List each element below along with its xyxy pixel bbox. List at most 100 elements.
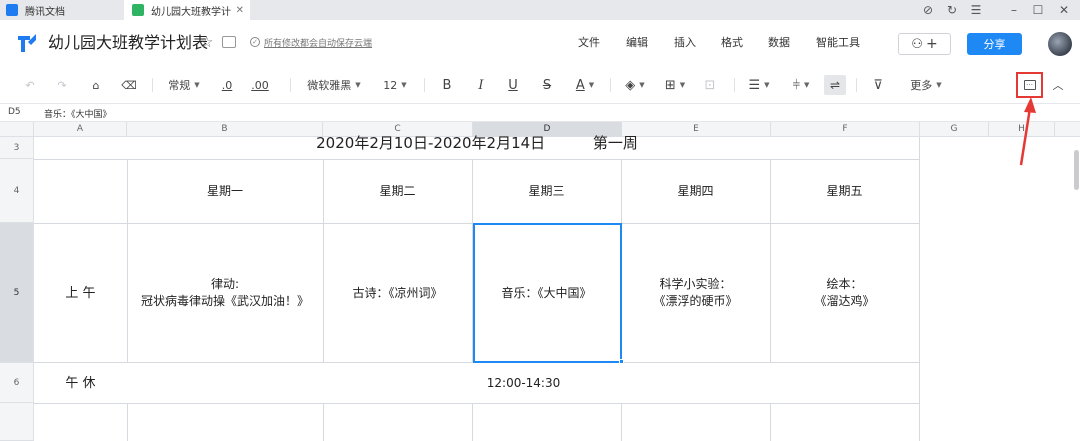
close-icon[interactable]: ✕	[236, 5, 244, 16]
document-header: 幼儿园大班教学计划表 ☆ ✓ 所有修改都会自动保存云端 文件 编辑 插入 格式 …	[0, 20, 1080, 66]
tab-label: 腾讯文档	[25, 6, 65, 18]
cell-line: 科学小实验：	[659, 277, 732, 291]
more-label: 更多	[910, 79, 933, 92]
font-size-label: 12	[383, 78, 398, 92]
weekday-tuesday[interactable]: 星期二	[323, 159, 472, 223]
toolbar: ↶ ↷ ⌂ ⌫ 常规 ▼ .0 .00 微软雅黑 ▼ 12 ▼ B I U S A ▼ …	[0, 66, 1080, 104]
undo-icon[interactable]: ↶	[20, 66, 40, 104]
plus-icon: +	[925, 36, 938, 52]
window-close-icon[interactable]: ✕	[1052, 0, 1076, 20]
weekday-friday[interactable]: 星期五	[770, 159, 919, 223]
fill-color-button[interactable]: ◈ ▼	[620, 66, 650, 104]
menu-data[interactable]: 数据	[768, 34, 790, 50]
comment-button[interactable]: …	[1016, 72, 1043, 98]
cell-friday-morning[interactable]: 绘本： 《溜达鸡》	[770, 223, 919, 363]
avatar[interactable]	[1048, 32, 1072, 56]
folder-icon[interactable]	[222, 36, 236, 48]
document-title[interactable]: 幼儿园大班教学计划表	[48, 32, 208, 54]
paint-bucket-icon: ◈	[625, 77, 636, 93]
border-grid-icon: ⊞	[664, 77, 676, 93]
weekday-wednesday[interactable]: 星期三	[472, 159, 621, 223]
row-header-3[interactable]: 3	[0, 137, 34, 159]
vertical-align-button[interactable]: ⫩ ▼	[786, 66, 816, 104]
cell-line: 冠状病毒律动操《武汉加油！》	[140, 294, 309, 308]
menu-smart-tools[interactable]: 智能工具	[816, 34, 860, 50]
sheet-icon	[132, 4, 144, 16]
chevron-down-icon: ▼	[355, 81, 361, 89]
clear-format-icon[interactable]: ⌫	[118, 66, 140, 104]
chevron-down-icon: ▼	[764, 81, 770, 89]
column-header-h[interactable]: H	[989, 122, 1055, 137]
tencent-docs-logo[interactable]	[16, 32, 38, 54]
format-painter-icon[interactable]: ⌂	[86, 66, 106, 104]
borders-button[interactable]: ⊞ ▼	[660, 66, 690, 104]
row-header-6[interactable]: 6	[0, 363, 34, 403]
font-size-dropdown[interactable]: 12 ▼	[378, 66, 412, 104]
weekday-monday[interactable]: 星期一	[127, 159, 323, 223]
vertical-align-icon: ⫩	[792, 77, 801, 93]
selected-cell-d5[interactable]	[473, 223, 622, 363]
week-title[interactable]: 2020年2月10日-2020年2月14日 第一周	[34, 131, 920, 159]
tab-label: 幼儿园大班教学计	[151, 6, 231, 18]
morning-label[interactable]: 上 午	[34, 223, 127, 363]
menu-format[interactable]: 格式	[721, 34, 743, 50]
chevron-down-icon: ▼	[936, 81, 942, 89]
horizontal-align-button[interactable]: ☰ ▼	[744, 66, 774, 104]
strikethrough-button[interactable]: S	[538, 66, 556, 104]
increase-decimal-button[interactable]: .00	[248, 66, 272, 104]
row-header-7[interactable]	[0, 403, 34, 441]
save-status[interactable]: 所有修改都会自动保存云端	[264, 36, 372, 49]
cell-reference[interactable]: D5	[8, 107, 21, 117]
wrap-text-icon[interactable]: ⇌	[824, 75, 846, 95]
menu-file[interactable]: 文件	[578, 34, 600, 50]
row-header-4[interactable]: 4	[0, 159, 34, 223]
more-dropdown[interactable]: 更多 ▼	[906, 66, 946, 104]
compass-icon[interactable]: ⊘	[916, 0, 940, 20]
minimize-icon[interactable]: –	[1002, 0, 1026, 20]
cell-line: 律动:	[210, 277, 240, 291]
cell-thursday-morning[interactable]: 科学小实验： 《漂浮的硬币》	[621, 223, 770, 363]
browser-tab-bar: 腾讯文档 幼儿园大班教学计 ✕ ⊘ ↻ ☰ – ☐ ✕	[0, 0, 1080, 20]
nap-time[interactable]: 12:00-14:30	[127, 363, 920, 403]
column-header-g[interactable]: G	[920, 122, 989, 137]
select-all-corner[interactable]	[0, 122, 34, 137]
cell-monday-morning[interactable]: 律动: 冠状病毒律动操《武汉加油！》	[127, 223, 323, 363]
merge-cells-icon[interactable]: ⊡	[700, 66, 720, 104]
share-button[interactable]: 分享	[967, 33, 1022, 55]
row-header-5[interactable]: 5	[0, 223, 34, 363]
font-family-dropdown[interactable]: 微软雅黑 ▼	[300, 66, 368, 104]
decrease-decimal-button[interactable]: .0	[216, 66, 238, 104]
nap-label[interactable]: 午 休	[34, 363, 127, 403]
tab-current-sheet[interactable]: 幼儿园大班教学计 ✕	[124, 0, 250, 20]
align-center-icon: ☰	[748, 77, 761, 93]
star-icon[interactable]: ☆	[200, 33, 213, 51]
collapse-toolbar-icon[interactable]: ︿	[1050, 66, 1066, 104]
add-collaborator-button[interactable]: ⚇ +	[898, 33, 951, 55]
comment-icon: …	[1023, 80, 1036, 90]
redo-icon[interactable]: ↷	[52, 66, 72, 104]
filter-icon[interactable]: ⊽	[868, 66, 888, 104]
refresh-icon[interactable]: ↻	[940, 0, 964, 20]
font-color-button[interactable]: A ▼	[570, 66, 600, 104]
underline-button[interactable]: U	[504, 66, 522, 104]
chevron-down-icon: ▼	[401, 81, 407, 89]
chevron-down-icon: ▼	[639, 81, 645, 89]
number-format-dropdown[interactable]: 常规 ▼	[164, 66, 204, 104]
fill-handle[interactable]	[619, 359, 624, 364]
cell-tuesday-morning[interactable]: 古诗：《凉州词》	[323, 223, 472, 363]
bold-button[interactable]: B	[438, 66, 456, 104]
formula-input[interactable]: 音乐：《大中国》	[44, 107, 112, 120]
vertical-scrollbar[interactable]	[1074, 150, 1079, 190]
italic-button[interactable]: I	[472, 66, 490, 104]
maximize-icon[interactable]: ☐	[1026, 0, 1050, 20]
chevron-down-icon: ▼	[679, 81, 686, 89]
font-color-label: A	[575, 77, 585, 93]
weekday-thursday[interactable]: 星期四	[621, 159, 770, 223]
menu-icon[interactable]: ☰	[964, 0, 988, 20]
menu-insert[interactable]: 插入	[674, 34, 696, 50]
cell-line: 古诗：《凉州词》	[352, 285, 443, 300]
menu-edit[interactable]: 编辑	[626, 34, 648, 50]
number-format-label: 常规	[168, 79, 191, 92]
cloud-saved-icon: ✓	[250, 37, 260, 47]
tab-tencent-docs[interactable]: 腾讯文档	[6, 0, 122, 20]
